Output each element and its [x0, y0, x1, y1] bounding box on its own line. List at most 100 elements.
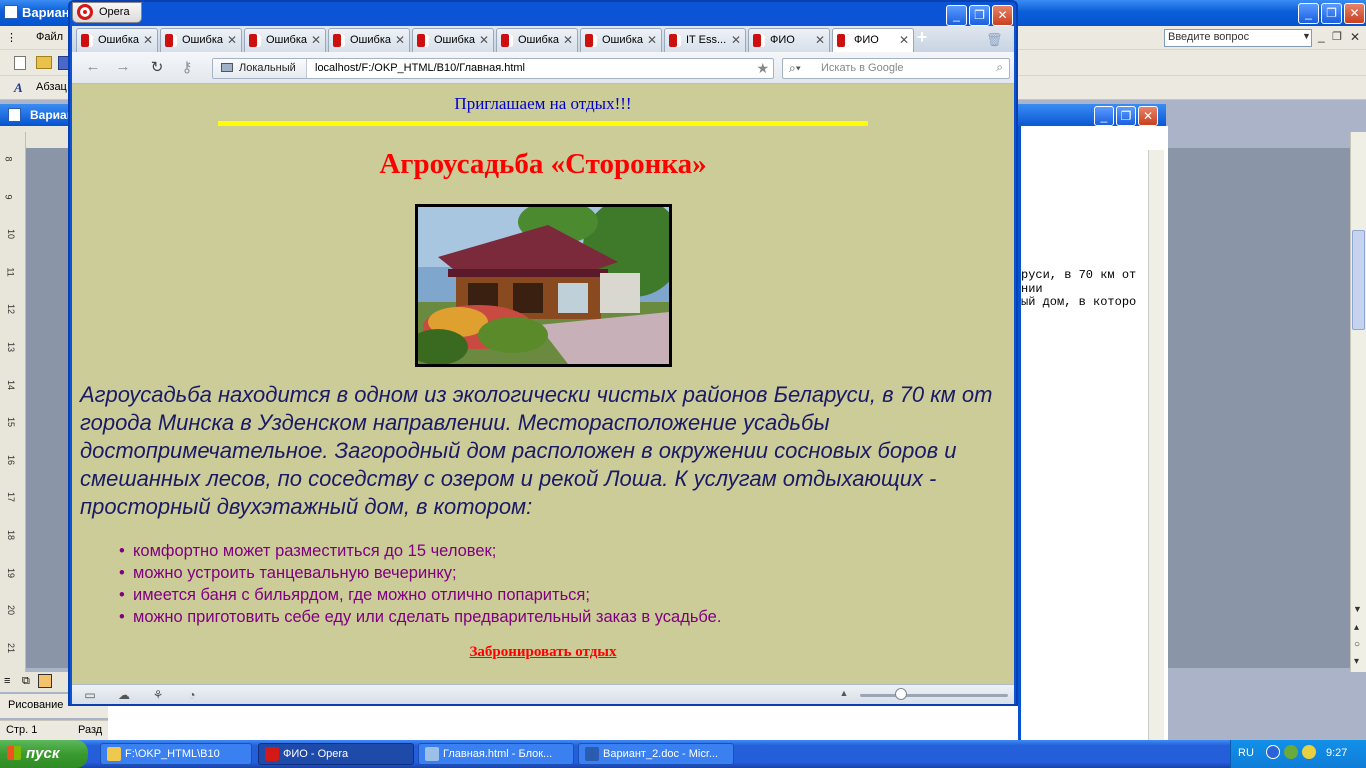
close-tab-icon[interactable]: ✕: [815, 33, 825, 47]
language-indicator[interactable]: RU: [1238, 747, 1254, 759]
tab-10[interactable]: ФИО ✕: [832, 28, 914, 53]
doc-close-icon[interactable]: ✕: [1350, 30, 1360, 44]
bookmark-star-icon[interactable]: ★: [756, 60, 769, 77]
tray-network-icon[interactable]: [1284, 745, 1298, 759]
taskbar-item-label: F:\OKP_HTML\B10: [125, 748, 220, 760]
forward-icon[interactable]: →: [112, 58, 134, 78]
vertical-ruler: 8 9 10 11 12 13 14 15 16 17 18 19 20 21: [0, 132, 26, 672]
search-go-icon[interactable]: ⌕: [996, 60, 1003, 75]
scroll-down-icon[interactable]: ▼: [1353, 604, 1362, 614]
close-tab-icon[interactable]: ✕: [395, 33, 405, 47]
back-icon[interactable]: ←: [82, 58, 104, 78]
close-tab-icon[interactable]: ✕: [143, 33, 153, 47]
doc-minimize-icon[interactable]: _: [1318, 29, 1325, 43]
site-info-button[interactable]: Локальный: [213, 59, 307, 78]
key-icon[interactable]: ⚷: [176, 58, 198, 78]
tab-label: ФИО: [770, 34, 795, 46]
ruler-number: 18: [6, 529, 17, 541]
word-maximize-button[interactable]: ❐: [1321, 3, 1342, 24]
close-tab-icon[interactable]: ✕: [899, 33, 909, 47]
new-doc-icon[interactable]: [14, 56, 26, 70]
search-field[interactable]: ⌕▾ Искать в Google ⌕: [782, 58, 1010, 79]
opera-link-cloud-icon[interactable]: ☁: [116, 688, 132, 702]
opera-menu-button[interactable]: Opera: [72, 2, 142, 23]
tab-6[interactable]: Ошибка ✕: [496, 28, 578, 52]
folder-icon: [107, 747, 121, 761]
tab-4[interactable]: Ошибка ✕: [328, 28, 410, 52]
taskbar-item[interactable]: Вариант_2.doc - Micr...: [578, 743, 734, 765]
word-close-button[interactable]: ✕: [1344, 3, 1365, 24]
word-menu-file[interactable]: Файл: [36, 31, 63, 43]
doc-icon: [8, 108, 21, 122]
tab-5[interactable]: Ошибка ✕: [412, 28, 494, 52]
notepad-maximize-button[interactable]: ❐: [1116, 106, 1136, 126]
opera-title-bar: Opera _ ❐ ✕: [70, 2, 1016, 28]
help-dropdown-icon[interactable]: ▼: [1302, 31, 1312, 45]
word-menu-grip-icon: ⋮: [6, 32, 17, 44]
taskbar-item[interactable]: Главная.html - Блок...: [418, 743, 574, 765]
new-tab-icon[interactable]: +: [912, 28, 932, 48]
close-tab-icon[interactable]: ✕: [647, 33, 657, 47]
book-link[interactable]: Забронировать отдых: [72, 644, 1014, 661]
search-engine-icon[interactable]: ⌕▾: [789, 61, 801, 76]
close-tab-icon[interactable]: ✕: [479, 33, 489, 47]
close-tab-icon[interactable]: ✕: [563, 33, 573, 47]
reload-icon[interactable]: ↻: [146, 58, 168, 78]
tab-8[interactable]: IT Ess... ✕: [664, 28, 746, 52]
tray-app-icon[interactable]: [1266, 745, 1280, 759]
ruler-number: 21: [6, 642, 17, 653]
notepad-minimize-button[interactable]: _: [1094, 106, 1114, 126]
web-view-icon[interactable]: ⧉: [22, 675, 30, 688]
turbo-icon[interactable]: ◔: [184, 688, 200, 702]
opera-close-button[interactable]: ✕: [992, 5, 1013, 26]
browse-object-icon[interactable]: ○: [1354, 639, 1360, 650]
start-button[interactable]: пуск: [0, 740, 88, 768]
monitor-icon: [221, 63, 233, 72]
prev-page-icon[interactable]: ▴: [1354, 622, 1359, 633]
zoom-slider[interactable]: [860, 694, 1008, 697]
notepad-scrollbar[interactable]: [1148, 150, 1164, 740]
word-help-input[interactable]: Введите вопрос: [1164, 29, 1312, 47]
close-tab-icon[interactable]: ✕: [311, 33, 321, 47]
opera-unite-icon[interactable]: ⚘: [150, 688, 166, 702]
banner-text: Приглашаем на отдых!!!: [454, 94, 632, 113]
word-vertical-scrollbar[interactable]: ▼ ▴ ○ ▾: [1350, 132, 1366, 672]
print-view-icon[interactable]: [38, 674, 52, 688]
close-tab-icon[interactable]: ✕: [731, 33, 741, 47]
tab-3[interactable]: Ошибка ✕: [244, 28, 326, 52]
trash-icon[interactable]: 🗑: [986, 32, 1003, 48]
notepad-close-button[interactable]: ✕: [1138, 106, 1158, 126]
tab-7[interactable]: Ошибка ✕: [580, 28, 662, 52]
scrollbar-thumb[interactable]: [1352, 230, 1365, 330]
style-box[interactable]: Абзац: [36, 81, 67, 93]
tab-label: Ошибка: [266, 34, 307, 46]
taskbar-item[interactable]: F:\OKP_HTML\B10: [100, 743, 252, 765]
url-field[interactable]: Локальный localhost/F:/OKP_HTML/B10/Глав…: [212, 58, 774, 79]
tab-9[interactable]: ФИО ✕: [748, 28, 830, 52]
opera-minimize-button[interactable]: _: [946, 5, 967, 26]
next-page-icon[interactable]: ▾: [1354, 656, 1359, 667]
word-minimize-button[interactable]: _: [1298, 3, 1319, 24]
tab-1[interactable]: Ошибка ✕: [76, 28, 158, 52]
doc-restore-icon[interactable]: ❐: [1332, 30, 1342, 43]
opera-status-bar: ▭ ☁ ⚘ ◔ ▲: [72, 684, 1014, 704]
panel-toggle-icon[interactable]: ▭: [82, 688, 98, 702]
opera-menu-label: Opera: [99, 6, 130, 18]
styles-icon[interactable]: A: [14, 80, 23, 96]
word-icon: [585, 747, 599, 761]
taskbar-item[interactable]: ФИО - Opera: [258, 743, 414, 765]
zoom-up-icon[interactable]: ▲: [836, 688, 852, 702]
opera-maximize-button[interactable]: ❐: [969, 5, 990, 26]
notepad-text-area[interactable]: руси, в 70 км от нии ый дом, в которо: [1018, 126, 1168, 740]
tab-2[interactable]: Ошибка ✕: [160, 28, 242, 52]
start-label: пуск: [26, 745, 60, 762]
ruler-number: 12: [6, 304, 17, 315]
tray-volume-icon[interactable]: [1302, 745, 1316, 759]
open-folder-icon[interactable]: [36, 56, 52, 69]
drawing-menu[interactable]: Рисование: [8, 699, 63, 711]
zoom-slider-handle[interactable]: [895, 688, 907, 700]
book-link-text[interactable]: Забронировать отдых: [469, 644, 616, 660]
normal-view-icon[interactable]: ≡: [4, 675, 10, 687]
close-tab-icon[interactable]: ✕: [227, 33, 237, 47]
ruler-number: 16: [6, 454, 17, 465]
